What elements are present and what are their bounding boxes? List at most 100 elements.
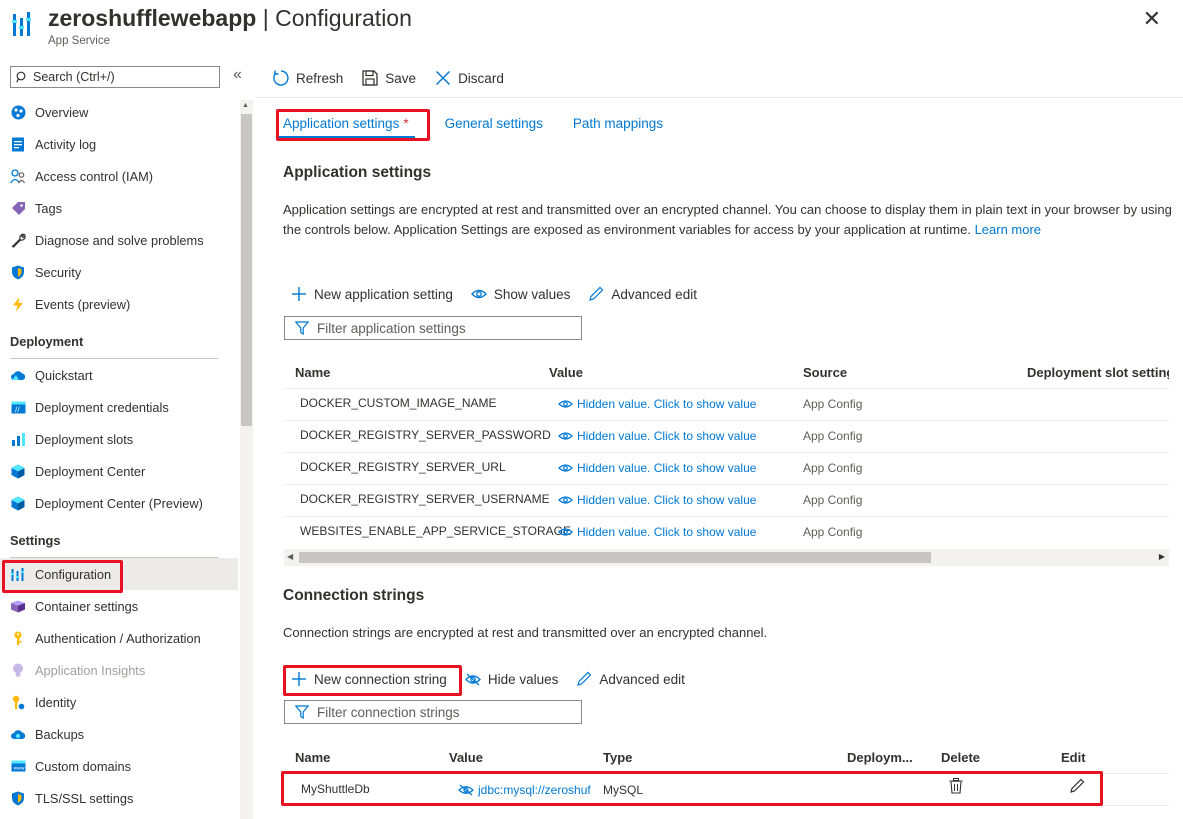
section-settings: Settings <box>10 533 61 548</box>
save-button[interactable]: Save <box>361 69 416 87</box>
column-header-value[interactable]: Value <box>549 365 583 380</box>
plus-icon <box>291 286 307 302</box>
sidebar-item-container-settings[interactable]: Container settings <box>0 590 238 622</box>
column-header-type[interactable]: Type <box>603 750 632 765</box>
search-icon <box>16 71 26 83</box>
sidebar-item-label: Deployment Center (Preview) <box>35 495 203 511</box>
sidebar-item-quickstart[interactable]: Quickstart <box>0 359 238 391</box>
sidebar-item-application-insights[interactable]: Application Insights <box>0 654 238 686</box>
column-header-name[interactable]: Name <box>295 750 330 765</box>
sidebar-item-label: Deployment Center <box>35 463 146 479</box>
sidebar-item-custom-domains[interactable]: www Custom domains <box>0 750 238 782</box>
scrollbar-thumb[interactable] <box>299 552 931 563</box>
eye-icon <box>558 399 573 409</box>
scroll-up-arrow[interactable]: ▲ <box>242 102 249 109</box>
cube-icon <box>10 463 26 479</box>
setting-source: App Config <box>803 525 863 539</box>
column-header-source[interactable]: Source <box>803 365 847 380</box>
pencil-icon <box>576 671 592 687</box>
scroll-left-arrow[interactable]: ◀ <box>287 552 293 561</box>
column-header-deployment[interactable]: Deploym... <box>847 750 913 765</box>
hidden-value-link[interactable]: Hidden value. Click to show value <box>558 429 756 443</box>
cube-icon <box>10 495 26 511</box>
menu-list: Overview Activity log Access control (IA… <box>0 96 238 814</box>
column-header-slot-wrapper: Deployment slot setting <box>1027 365 1169 380</box>
discard-button[interactable]: Discard <box>434 69 504 87</box>
table-horizontal-scrollbar[interactable]: ◀ ▶ <box>284 549 1169 566</box>
advanced-edit-button[interactable]: Advanced edit <box>588 286 697 302</box>
sidebar-item-label: Diagnose and solve problems <box>35 232 204 248</box>
collapse-menu-icon[interactable]: « <box>233 66 242 84</box>
app-settings-description: Application settings are encrypted at re… <box>283 200 1173 239</box>
setting-source: App Config <box>803 397 863 411</box>
resource-name: zeroshufflewebapp <box>48 5 257 31</box>
sidebar-item-overview[interactable]: Overview <box>0 96 238 128</box>
hidden-value-link[interactable]: Hidden value. Click to show value <box>558 397 756 411</box>
show-values-button[interactable]: Show values <box>470 286 571 302</box>
sidebar-item-label: Custom domains <box>35 758 132 774</box>
hidden-value-link[interactable]: Hidden value. Click to show value <box>558 493 756 507</box>
filter-icon <box>295 705 309 719</box>
column-header-name[interactable]: Name <box>295 365 330 380</box>
sidebar-item-access-control[interactable]: Access control (IAM) <box>0 160 238 192</box>
highlight-configuration <box>2 560 123 593</box>
sidebar-item-backups[interactable]: Backups <box>0 718 238 750</box>
sidebar-item-security[interactable]: Security <box>0 256 238 288</box>
highlight-new-connection-string <box>283 665 462 696</box>
search-input[interactable]: Search (Ctrl+/) <box>10 66 220 88</box>
sidebar-item-identity[interactable]: Identity <box>0 686 238 718</box>
hide-values-button[interactable]: Hide values <box>464 672 558 687</box>
sidebar-item-tls-ssl[interactable]: TLS/SSL settings <box>0 782 238 814</box>
sidebar-scrollbar[interactable]: ▲ <box>240 100 253 819</box>
setting-name: DOCKER_REGISTRY_SERVER_USERNAME <box>300 492 550 506</box>
hidden-value-link[interactable]: Hidden value. Click to show value <box>558 461 756 475</box>
blade-title: Configuration <box>275 5 412 31</box>
highlight-application-settings-tab <box>276 109 430 141</box>
lightbulb-icon <box>10 662 26 678</box>
learn-more-link[interactable]: Learn more <box>975 222 1041 237</box>
setting-name: WEBSITES_ENABLE_APP_SERVICE_STORAGE <box>300 524 571 538</box>
sidebar-item-deployment-center[interactable]: Deployment Center <box>0 455 238 487</box>
shield-icon <box>10 264 26 280</box>
tab-path-mappings[interactable]: Path mappings <box>573 110 663 138</box>
table-header-divider <box>284 388 1169 389</box>
sidebar-item-events[interactable]: Events (preview) <box>0 288 238 320</box>
hidden-value-link[interactable]: Hidden value. Click to show value <box>558 525 756 539</box>
value-text: Hidden value. Click to show value <box>577 525 757 539</box>
sidebar-item-deployment-center-preview[interactable]: Deployment Center (Preview) <box>0 487 238 519</box>
sidebar-item-activity-log[interactable]: Activity log <box>0 128 238 160</box>
value-text: Hidden value. Click to show value <box>577 461 757 475</box>
sidebar-item-label: Overview <box>35 104 89 120</box>
filter-app-settings-input[interactable]: Filter application settings <box>284 316 582 340</box>
setting-source: App Config <box>803 493 863 507</box>
close-icon[interactable]: ✕ <box>1143 8 1161 30</box>
sidebar-item-label: Quickstart <box>35 367 93 383</box>
setting-name: DOCKER_REGISTRY_SERVER_PASSWORD <box>300 428 551 442</box>
sidebar-item-authentication[interactable]: Authentication / Authorization <box>0 622 238 654</box>
tab-general-settings[interactable]: General settings <box>445 110 543 138</box>
scroll-right-arrow[interactable]: ▶ <box>1159 552 1165 561</box>
filter-placeholder: Filter application settings <box>317 320 466 336</box>
refresh-button[interactable]: Refresh <box>272 69 343 87</box>
sidebar-item-deployment-credentials[interactable]: // Deployment credentials <box>0 391 238 423</box>
value-text: Hidden value. Click to show value <box>577 397 757 411</box>
button-label: New application setting <box>314 286 453 302</box>
container-icon <box>10 598 26 614</box>
toolbar-divider <box>256 97 1183 98</box>
command-bar: Refresh Save Discard <box>272 60 522 96</box>
pencil-icon <box>588 286 604 302</box>
filter-icon <box>295 321 309 335</box>
column-header-value[interactable]: Value <box>449 750 483 765</box>
sidebar-item-tags[interactable]: Tags <box>0 192 238 224</box>
column-header-deployment-slot[interactable]: Deployment slot setting <box>1027 365 1169 380</box>
filter-connection-strings-input[interactable]: Filter connection strings <box>284 700 582 724</box>
button-label: Show values <box>493 286 571 302</box>
credentials-icon: // <box>10 399 26 415</box>
scrollbar-thumb[interactable] <box>241 114 252 426</box>
advanced-edit-button[interactable]: Advanced edit <box>576 671 685 687</box>
new-application-setting-button[interactable]: New application setting <box>291 286 453 302</box>
sidebar-item-diagnose[interactable]: Diagnose and solve problems <box>0 224 238 256</box>
sidebar-item-deployment-slots[interactable]: Deployment slots <box>0 423 238 455</box>
eye-icon <box>470 288 487 300</box>
overview-icon <box>10 104 26 120</box>
